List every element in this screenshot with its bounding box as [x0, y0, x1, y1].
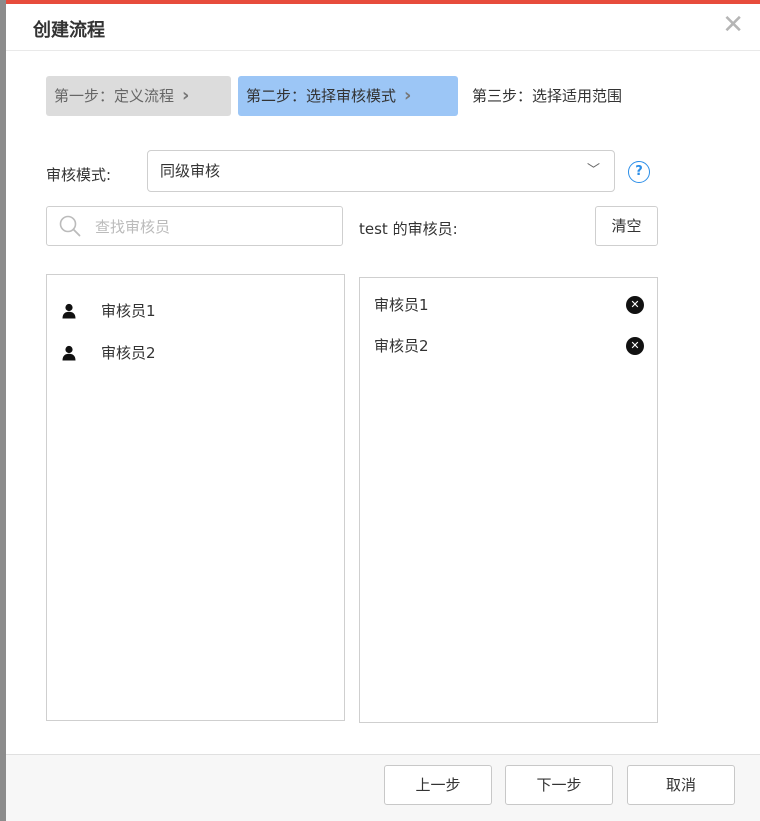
search-input[interactable]: [93, 207, 337, 247]
chevron-right-icon: ›: [404, 85, 412, 106]
close-icon[interactable]: ✕: [722, 12, 744, 38]
chevron-down-icon: ﹀: [586, 163, 600, 178]
selected-reviewers-label: test 的审核员:: [359, 220, 458, 238]
question-circle-icon[interactable]: ?: [628, 161, 650, 183]
reviewer-name: 审核员1: [101, 302, 156, 320]
available-reviewers-panel: 审核员1 审核员2: [46, 274, 345, 721]
step-1-label: 第一步：定义流程: [54, 87, 175, 105]
user-icon: [62, 345, 76, 361]
dialog-title: 创建流程: [33, 20, 105, 41]
selected-reviewer-name: 审核员1: [374, 296, 429, 314]
user-icon: [62, 303, 76, 319]
mode-select[interactable]: 同级审核 ﹀: [147, 150, 615, 192]
step-2-label: 第二步：选择审核模式: [246, 87, 397, 105]
create-flow-dialog: 创建流程 ✕ 第一步：定义流程 › 第二步：选择审核模式 › 第三步：选择适用范围 …: [6, 0, 760, 821]
step-3[interactable]: 第三步：选择适用范围: [464, 76, 664, 116]
chevron-right-icon: ›: [182, 85, 190, 106]
step-2[interactable]: 第二步：选择审核模式 ›: [238, 76, 458, 116]
header-divider: [6, 50, 760, 51]
remove-icon[interactable]: ✕: [626, 337, 644, 355]
reviewer-name: 审核员2: [101, 344, 156, 362]
search-box[interactable]: [46, 206, 343, 247]
remove-icon[interactable]: ✕: [626, 296, 644, 314]
list-item: 审核员2 ✕: [374, 335, 644, 357]
cancel-button[interactable]: 取消: [627, 765, 735, 805]
step-1[interactable]: 第一步：定义流程 ›: [46, 76, 231, 116]
step-3-label: 第三步：选择适用范围: [472, 87, 623, 105]
clear-button[interactable]: 清空: [595, 206, 658, 246]
search-icon: [59, 215, 81, 237]
selected-reviewer-name: 审核员2: [374, 337, 429, 355]
selected-reviewers-panel: 审核员1 ✕ 审核员2 ✕: [359, 277, 658, 723]
mode-label: 审核模式:: [46, 166, 112, 184]
next-step-button[interactable]: 下一步: [505, 765, 613, 805]
prev-step-button[interactable]: 上一步: [384, 765, 492, 805]
mode-selected-value: 同级审核: [160, 162, 221, 180]
list-item: 审核员1 ✕: [374, 294, 644, 316]
